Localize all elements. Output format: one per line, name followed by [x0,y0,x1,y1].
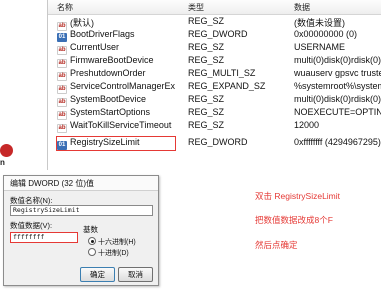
value-type: REG_SZ [188,107,225,117]
radio-dec[interactable]: 十进制(D) [88,248,129,258]
value-name-field: RegistrySizeLimit [10,205,153,216]
value-data-input[interactable]: ffffffff [10,232,78,243]
table-row[interactable]: ab SystemStartOptions REG_SZ NOEXECUTE=OP… [48,106,381,120]
value-data: NOEXECUTE=OPTIN [294,107,381,117]
annotation-step-2: 把数值数据改成8个F [255,215,333,225]
table-row[interactable]: ab CurrentUser REG_SZ USERNAME [48,41,381,55]
radio-hex[interactable]: 十六进制(H) [88,237,136,247]
radio-hex-label: 十六进制(H) [98,239,136,246]
column-type-header[interactable]: 类型 [188,2,204,13]
table-row[interactable]: ab SystemBootDevice REG_SZ multi(0)disk(0… [48,93,381,107]
radio-unselected-icon [88,248,96,256]
value-data: multi(0)disk(0)rdisk(0)partition( [294,55,381,65]
value-name: FirmwareBootDevice [70,55,154,65]
base-label: 基数 [83,225,98,234]
value-type: REG_DWORD [188,29,248,39]
table-row[interactable]: abServiceControlManagerExte... REG_EXPAN… [48,80,381,94]
string-value-icon: ab [57,124,67,133]
edit-dword-dialog: 编辑 DWORD (32 位)值 数值名称(N): RegistrySizeLi… [3,175,159,286]
binary-value-icon: 01 [57,141,67,150]
radio-selected-icon [88,237,96,245]
value-name: PreshutdownOrder [70,68,146,78]
value-name: BootDriverFlags [70,29,135,39]
value-name: (默认) [70,18,94,28]
radio-dec-label: 十进制(D) [98,250,129,257]
base-group: 基数 十六进制(H) 十进制(D) [83,225,151,260]
value-name: SystemStartOptions [70,107,151,117]
red-dot-marker [0,144,13,157]
value-type: REG_DWORD [188,137,248,147]
ok-button[interactable]: 确定 [80,267,115,282]
dialog-title-bar[interactable]: 编辑 DWORD (32 位)值 [4,176,158,191]
value-data: 0xffffffff (4294967295) [294,137,381,147]
table-row[interactable]: 01 BootDriverFlags REG_DWORD 0x00000000 (… [48,28,381,42]
value-type: REG_MULTI_SZ [188,68,256,78]
cancel-button[interactable]: 取消 [118,267,153,282]
dialog-title: 编辑 DWORD (32 位)值 [10,179,94,188]
list-header: 名称 类型 数据 [48,0,381,15]
registry-values-list[interactable]: 名称 类型 数据 ab (默认) REG_SZ (数值未设置) 01 BootDri… [47,0,381,170]
value-name: RegistrySizeLimit [70,137,140,147]
value-data: 12000 [294,120,320,130]
column-name-header[interactable]: 名称 [57,2,73,13]
table-row[interactable]: ab FirmwareBootDevice REG_SZ multi(0)disk… [48,54,381,68]
table-row[interactable]: ab (默认) REG_SZ (数值未设置) [48,15,381,31]
value-name: WaitToKillServiceTimeout [70,120,172,130]
value-data-label: 数值数据(V): [10,221,53,230]
value-type: REG_SZ [188,55,225,65]
table-row-registry-size-limit[interactable]: 01 RegistrySizeLimit REG_DWORD 0xffffffff… [48,136,381,151]
value-type: REG_SZ [188,94,225,104]
value-type: REG_SZ [188,120,225,130]
value-type: REG_SZ [188,16,225,26]
value-data: %systemroot%\system32\scext. [294,81,381,91]
value-name: SystemBootDevice [70,94,147,104]
value-type: REG_SZ [188,42,225,52]
value-type: REG_EXPAND_SZ [188,81,266,91]
value-name: ServiceControlManagerExte... [70,81,175,91]
table-row[interactable]: ab WaitToKillServiceTimeout REG_SZ 12000 [48,119,381,133]
value-data: 0x00000000 (0) [294,29,358,39]
table-row[interactable]: ab PreshutdownOrder REG_MULTI_SZ wuauserv… [48,67,381,81]
value-name: CurrentUser [70,42,120,52]
left-text-fragment: n [0,158,5,167]
value-data: multi(0)disk(0)rdisk(0)partition( [294,94,381,104]
annotation-step-3: 然后点确定 [255,240,298,250]
value-data: USERNAME [294,42,346,52]
column-data-header[interactable]: 数据 [294,2,310,13]
value-data: wuauserv gpsvc trustedinstaller [294,68,381,78]
annotation-step-1: 双击 RegistrySizeLimit [255,191,341,201]
